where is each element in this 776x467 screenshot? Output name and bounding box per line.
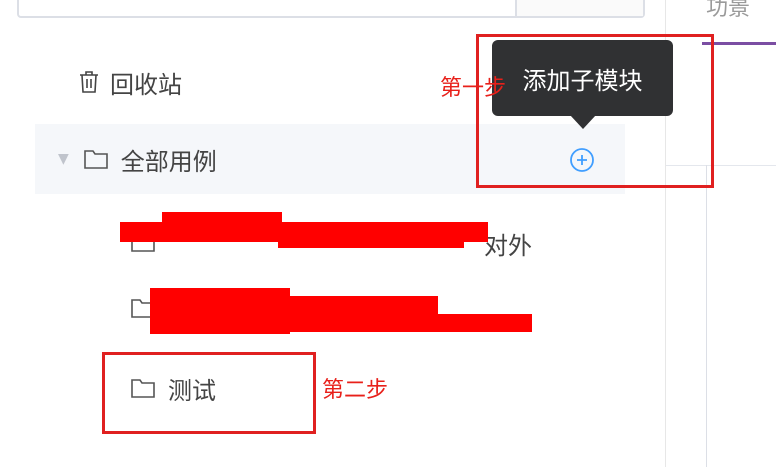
caret-down-icon[interactable]: ▼ (58, 151, 69, 167)
redaction (288, 296, 438, 332)
folder-icon (83, 148, 109, 170)
annotation-box-step1 (476, 34, 714, 188)
tree-item-all-cases[interactable]: ▼ 全部用例 (58, 139, 217, 179)
redaction (436, 314, 532, 332)
trash-icon (78, 70, 100, 94)
tree-item-sub-1-label: 对外 (484, 232, 532, 260)
search-suffix[interactable] (515, 0, 643, 16)
content-inner-border (706, 165, 707, 467)
search-box[interactable] (17, 0, 645, 18)
tree-item-all-cases-label: 全部用例 (120, 147, 217, 176)
annotation-step1-label: 第一步 (440, 76, 507, 101)
redaction (278, 240, 464, 248)
redaction (150, 288, 290, 334)
tree-item-trash[interactable]: 回收站 (78, 62, 182, 102)
redaction (162, 212, 282, 226)
annotation-step2-label: 第二步 (322, 378, 389, 403)
tree-item-trash-label: 回收站 (110, 70, 182, 99)
tab-scene[interactable]: 功景 (706, 0, 750, 22)
annotation-box-step2 (102, 352, 316, 434)
